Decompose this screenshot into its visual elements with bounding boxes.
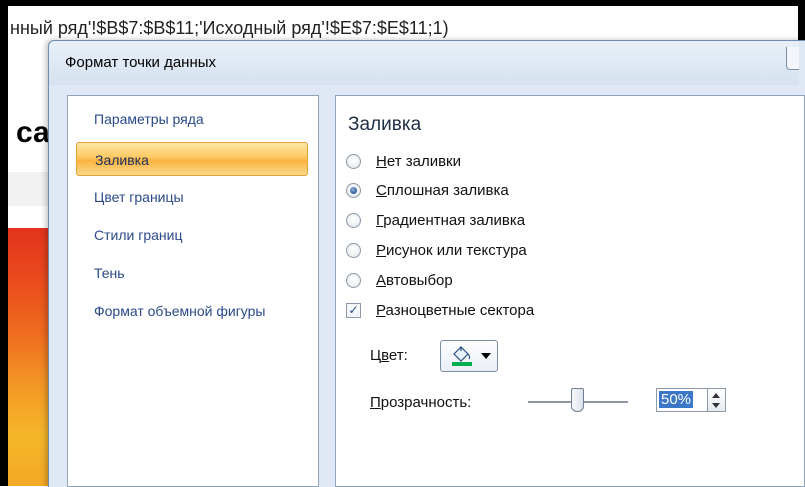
- color-label: Цвет:: [370, 347, 408, 364]
- sidebar-item-label: Стили границ: [94, 227, 183, 243]
- screen-frame-left: [0, 0, 8, 486]
- sidebar-item-label: Параметры ряда: [94, 111, 204, 127]
- sidebar-item-label: Цвет границы: [94, 189, 184, 205]
- dialog-body: Параметры ряда Заливка Цвет границы Стил…: [67, 95, 805, 487]
- category-sidebar: Параметры ряда Заливка Цвет границы Стил…: [67, 95, 319, 487]
- option-label: Нет заливки: [376, 153, 461, 170]
- sidebar-item-label: Тень: [94, 265, 125, 281]
- radio-button[interactable]: [346, 273, 361, 288]
- format-data-point-dialog: Формат точки данных Параметры ряда Залив…: [48, 40, 805, 487]
- option-label: Разноцветные сектора: [376, 302, 535, 319]
- radio-button[interactable]: [346, 243, 361, 258]
- radio-gradient-fill[interactable]: Градиентная заливка: [346, 210, 646, 234]
- sidebar-item-shadow[interactable]: Тень: [76, 258, 308, 288]
- option-label: Градиентная заливка: [376, 212, 526, 229]
- spin-up-icon[interactable]: [712, 393, 720, 398]
- formula-bar: нный ряд'!$B$7:$B$11;'Исходный ряд'!$E$7…: [8, 6, 798, 40]
- sidebar-item-label: Заливка: [95, 152, 149, 168]
- sidebar-item-3d-format[interactable]: Формат объемной фигуры: [76, 296, 308, 326]
- transparency-value: 50%: [659, 391, 694, 408]
- sidebar-item-label: Формат объемной фигуры: [94, 303, 266, 319]
- radio-picture-texture-fill[interactable]: Рисунок или текстура: [346, 240, 646, 264]
- spin-down-icon[interactable]: [712, 403, 720, 408]
- sidebar-item-fill[interactable]: Заливка: [76, 142, 308, 176]
- chevron-down-icon: [481, 353, 491, 359]
- section-title: Заливка: [348, 114, 422, 135]
- formula-text: нный ряд'!$B$7:$B$11;'Исходный ряд'!$E$7…: [10, 18, 449, 38]
- sidebar-item-series-options[interactable]: Параметры ряда: [76, 104, 308, 134]
- radio-button[interactable]: [346, 183, 361, 198]
- radio-button[interactable]: [346, 154, 361, 169]
- sidebar-item-border-styles[interactable]: Стили границ: [76, 220, 308, 250]
- transparency-input[interactable]: 50%: [656, 388, 708, 412]
- paint-bucket-icon: [452, 346, 472, 366]
- sidebar-item-border-color[interactable]: Цвет границы: [76, 182, 308, 212]
- transparency-spinner[interactable]: [708, 388, 726, 412]
- option-label: Рисунок или текстура: [376, 242, 527, 259]
- checkbox[interactable]: ✓: [346, 303, 361, 318]
- fill-color-dropdown[interactable]: [440, 340, 498, 372]
- option-label: Автовыбор: [376, 272, 453, 289]
- radio-automatic-fill[interactable]: Автовыбор: [346, 270, 646, 294]
- radio-no-fill[interactable]: Нет заливки: [346, 151, 646, 175]
- radio-solid-fill[interactable]: Сплошная заливка: [346, 180, 646, 204]
- transparency-slider-handle[interactable]: [571, 388, 584, 412]
- dialog-title-bar[interactable]: Формат точки данных: [49, 41, 799, 85]
- close-button[interactable]: [786, 47, 799, 70]
- option-label: Сплошная заливка: [376, 182, 509, 199]
- transparency-label: Прозрачность:: [370, 394, 472, 411]
- fill-options-panel: Заливка Нет заливки Сплошная заливка Гра…: [335, 95, 805, 487]
- checkbox-vary-colors[interactable]: ✓ Разноцветные сектора: [346, 300, 646, 324]
- radio-button[interactable]: [346, 213, 361, 228]
- dialog-title: Формат точки данных: [65, 54, 217, 71]
